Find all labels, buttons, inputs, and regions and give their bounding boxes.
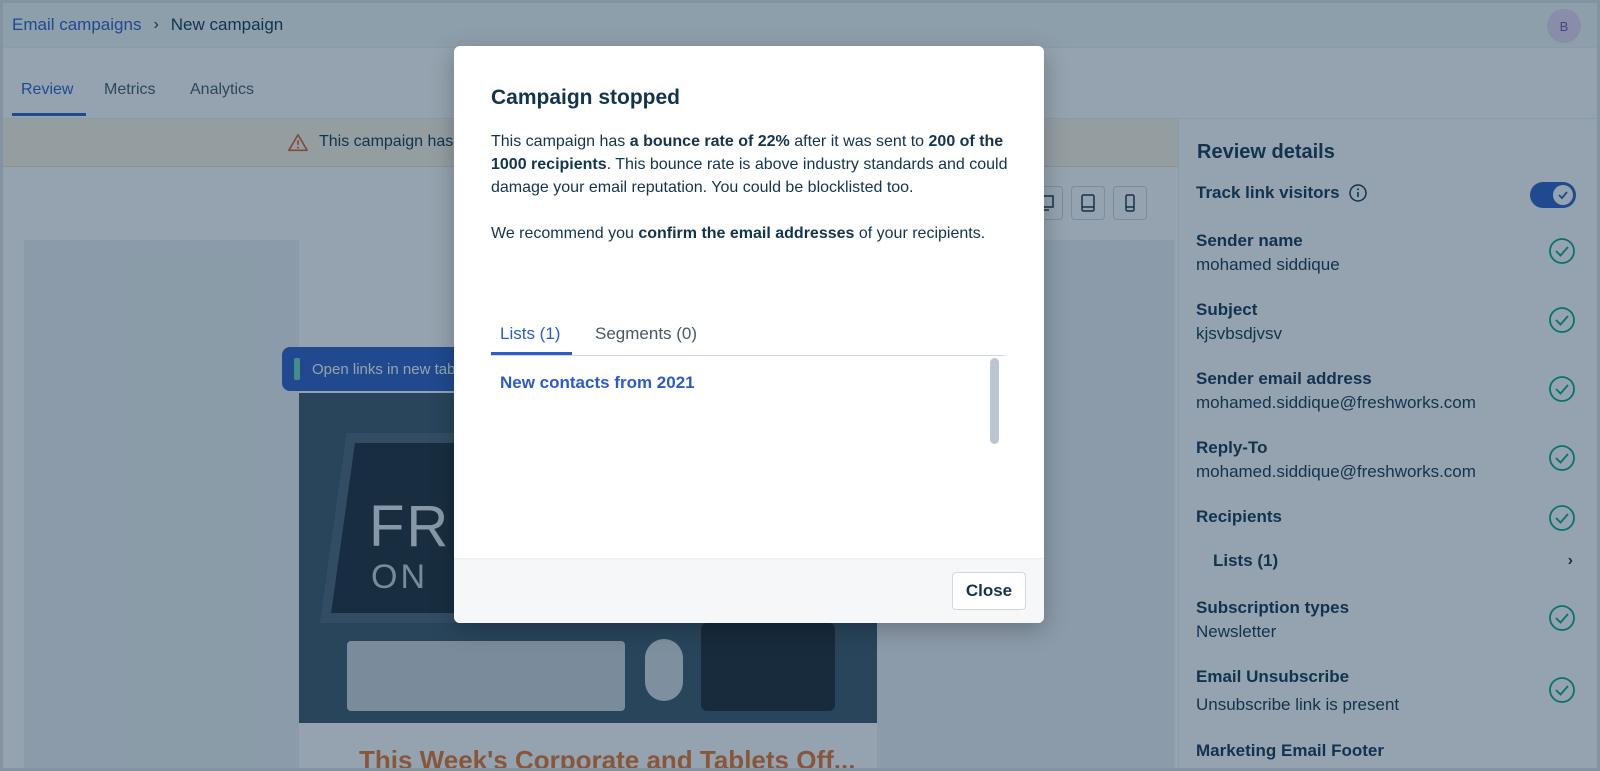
active-tab-indicator bbox=[491, 352, 572, 355]
bounce-rate-text: a bounce rate of 22% bbox=[629, 133, 790, 150]
modal-tabs: Lists (1) Segments (0) bbox=[491, 320, 1005, 356]
text-span: after it was sent to bbox=[789, 133, 929, 150]
confirm-emails-text: confirm the email addresses bbox=[638, 225, 855, 242]
text-span: We recommend you bbox=[491, 225, 639, 242]
modal-title: Campaign stopped bbox=[491, 86, 681, 109]
modal-paragraph-2: We recommend you confirm the email addre… bbox=[491, 222, 1011, 245]
text-span: of your recipients. bbox=[854, 225, 986, 242]
tab-segments[interactable]: Segments (0) bbox=[595, 324, 697, 344]
list-item[interactable]: New contacts from 2021 bbox=[500, 373, 695, 393]
modal-list: New contacts from 2021 bbox=[491, 356, 1005, 446]
text-span: This campaign has bbox=[491, 133, 630, 150]
tab-lists[interactable]: Lists (1) bbox=[500, 324, 560, 344]
modal-paragraph-1: This campaign has a bounce rate of 22% a… bbox=[491, 130, 1011, 199]
modal-body: This campaign has a bounce rate of 22% a… bbox=[491, 130, 1011, 245]
modal-footer: Close bbox=[454, 558, 1044, 623]
close-button[interactable]: Close bbox=[952, 572, 1026, 610]
scrollbar[interactable] bbox=[990, 358, 999, 444]
campaign-stopped-modal: Campaign stopped This campaign has a bou… bbox=[454, 46, 1044, 623]
